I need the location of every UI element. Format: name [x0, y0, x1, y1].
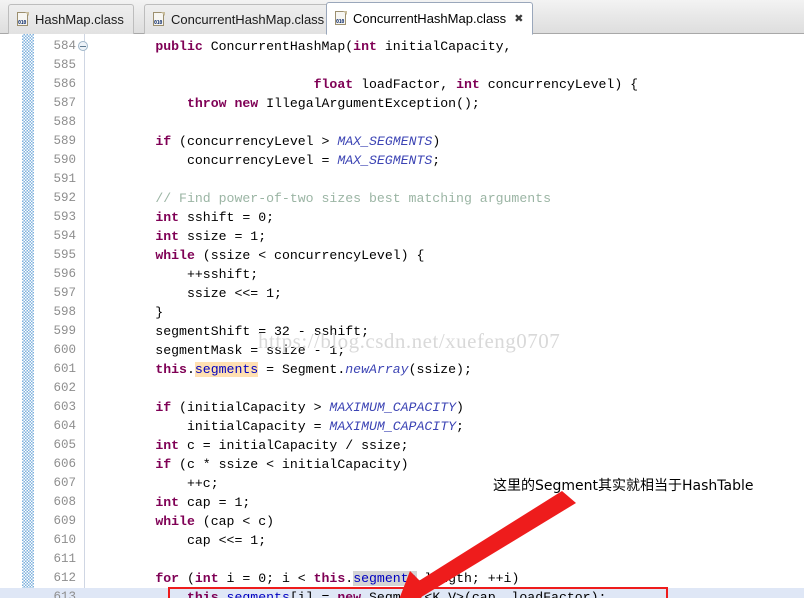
- code-line-row[interactable]: 588: [0, 113, 804, 132]
- line-number: 602: [53, 381, 76, 395]
- line-number: 607: [53, 476, 76, 490]
- line-number: 594: [53, 229, 76, 243]
- code-line-row[interactable]: 596 ++sshift;: [0, 265, 804, 284]
- editor-tab-0[interactable]: 010 HashMap.class: [8, 4, 134, 34]
- editor-tab-1[interactable]: 010 ConcurrentHashMap.class: [144, 4, 335, 34]
- code-line-text: segmentShift = 32 - sshift;: [92, 324, 369, 339]
- line-number: 600: [53, 343, 76, 357]
- code-line-row[interactable]: 600 segmentMask = ssize - 1;: [0, 341, 804, 360]
- code-line-row[interactable]: 591: [0, 170, 804, 189]
- line-number: 589: [53, 134, 76, 148]
- editor-tab-label: HashMap.class: [35, 12, 124, 27]
- line-number: 606: [53, 457, 76, 471]
- line-number: 584: [53, 39, 76, 53]
- class-file-icon: 010: [16, 12, 30, 27]
- code-line-text: initialCapacity = MAXIMUM_CAPACITY;: [92, 419, 464, 434]
- code-line-row[interactable]: 595 while (ssize < concurrencyLevel) {: [0, 246, 804, 265]
- code-line-row[interactable]: 597 ssize <<= 1;: [0, 284, 804, 303]
- line-number: 586: [53, 77, 76, 91]
- code-line-text: int cap = 1;: [155, 495, 251, 510]
- class-file-icon: 010: [152, 12, 166, 27]
- code-line-row[interactable]: 584 public ConcurrentHashMap(int initial…: [0, 37, 804, 56]
- code-line-text: ++c;: [92, 476, 219, 491]
- code-line-row[interactable]: 590 concurrencyLevel = MAX_SEGMENTS;: [0, 151, 804, 170]
- code-line-row[interactable]: 612 for (int i = 0; i < this.segments.le…: [0, 569, 804, 588]
- code-line-text: }: [92, 305, 164, 320]
- code-line-text: cap <<= 1;: [92, 533, 267, 548]
- line-number: 604: [53, 419, 76, 433]
- code-line-row[interactable]: 594 int ssize = 1;: [0, 227, 804, 246]
- code-line-row[interactable]: 611: [0, 550, 804, 569]
- code-line-row[interactable]: 605 int c = initialCapacity / ssize;: [0, 436, 804, 455]
- line-number: 611: [53, 552, 76, 566]
- code-line-row[interactable]: 589 if (concurrencyLevel > MAX_SEGMENTS): [0, 132, 804, 151]
- line-number: 601: [53, 362, 76, 376]
- line-number: 610: [53, 533, 76, 547]
- fold-collapse-icon[interactable]: [78, 41, 88, 51]
- code-line-text: if (initialCapacity > MAXIMUM_CAPACITY): [155, 400, 464, 415]
- line-number: 588: [53, 115, 76, 129]
- code-line-row[interactable]: 606 if (c * ssize < initialCapacity): [0, 455, 804, 474]
- code-line-row[interactable]: 585: [0, 56, 804, 75]
- code-line-text: concurrencyLevel = MAX_SEGMENTS;: [92, 153, 441, 168]
- code-line-text: ++sshift;: [92, 267, 259, 282]
- code-line-text: int ssize = 1;: [155, 229, 267, 244]
- editor-tab-bar: 010 HashMap.class 010 ConcurrentHashMap.cla…: [0, 0, 804, 35]
- code-line-text: for (int i = 0; i < this.segments.length…: [155, 571, 520, 586]
- code-line-text: if (concurrencyLevel > MAX_SEGMENTS): [155, 134, 441, 149]
- line-number: 596: [53, 267, 76, 281]
- code-line-text: while (ssize < concurrencyLevel) {: [155, 248, 425, 263]
- code-line-text: ssize <<= 1;: [92, 286, 282, 301]
- code-line-text: throw new IllegalArgumentException();: [186, 96, 480, 111]
- code-editor[interactable]: 584 public ConcurrentHashMap(int initial…: [0, 34, 804, 598]
- code-line-row[interactable]: 601 this.segments = Segment.newArray(ssi…: [0, 360, 804, 379]
- line-number: 597: [53, 286, 76, 300]
- line-number: 613: [53, 590, 76, 598]
- line-number: 612: [53, 571, 76, 585]
- class-file-icon: 010: [334, 11, 348, 26]
- code-line-text: while (cap < c): [155, 514, 275, 529]
- annotation-label: 这里的Segment其实就相当于HashTable: [493, 478, 754, 494]
- code-line-text: segmentMask = ssize - 1;: [92, 343, 346, 358]
- code-line-text: int sshift = 0;: [155, 210, 275, 225]
- code-line-row[interactable]: 602: [0, 379, 804, 398]
- line-number: 595: [53, 248, 76, 262]
- line-number: 587: [53, 96, 76, 110]
- line-number: 590: [53, 153, 76, 167]
- code-line-text: this.segments = Segment.newArray(ssize);: [155, 362, 472, 377]
- editor-tab-label: ConcurrentHashMap.class: [353, 11, 507, 26]
- code-line-row[interactable]: 608 int cap = 1;: [0, 493, 804, 512]
- code-line-row[interactable]: 603 if (initialCapacity > MAXIMUM_CAPACI…: [0, 398, 804, 417]
- code-line-row[interactable]: 613 this.segments[i] = new Segment<K,V>(…: [0, 588, 804, 598]
- line-number: 592: [53, 191, 76, 205]
- code-line-text: if (c * ssize < initialCapacity): [155, 457, 409, 472]
- editor-tab-label: ConcurrentHashMap.class: [171, 12, 325, 27]
- line-number: 591: [53, 172, 76, 186]
- code-line-row[interactable]: 586 float loadFactor, int concurrencyLev…: [0, 75, 804, 94]
- code-line-text: int c = initialCapacity / ssize;: [155, 438, 409, 453]
- code-line-row[interactable]: 587 throw new IllegalArgumentException()…: [0, 94, 804, 113]
- line-number: 605: [53, 438, 76, 452]
- code-line-row[interactable]: 592 // Find power-of-two sizes best matc…: [0, 189, 804, 208]
- close-icon[interactable]: ✖: [514, 13, 523, 24]
- code-line-row[interactable]: 599 segmentShift = 32 - sshift;: [0, 322, 804, 341]
- line-number: 585: [53, 58, 76, 72]
- line-number: 603: [53, 400, 76, 414]
- code-line-text: public ConcurrentHashMap(int initialCapa…: [155, 39, 512, 54]
- code-line-text: this.segments[i] = new Segment<K,V>(cap,…: [186, 590, 607, 598]
- code-line-row[interactable]: 604 initialCapacity = MAXIMUM_CAPACITY;: [0, 417, 804, 436]
- line-number: 598: [53, 305, 76, 319]
- code-line-text: float loadFactor, int concurrencyLevel) …: [313, 77, 639, 92]
- line-number: 599: [53, 324, 76, 338]
- line-number: 609: [53, 514, 76, 528]
- code-line-row[interactable]: 610 cap <<= 1;: [0, 531, 804, 550]
- code-line-text: // Find power-of-two sizes best matching…: [155, 191, 552, 206]
- code-line-row[interactable]: 598 }: [0, 303, 804, 322]
- editor-tab-2[interactable]: 010 ConcurrentHashMap.class ✖: [326, 2, 534, 35]
- line-number: 608: [53, 495, 76, 509]
- code-line-row[interactable]: 609 while (cap < c): [0, 512, 804, 531]
- line-number: 593: [53, 210, 76, 224]
- code-line-row[interactable]: 593 int sshift = 0;: [0, 208, 804, 227]
